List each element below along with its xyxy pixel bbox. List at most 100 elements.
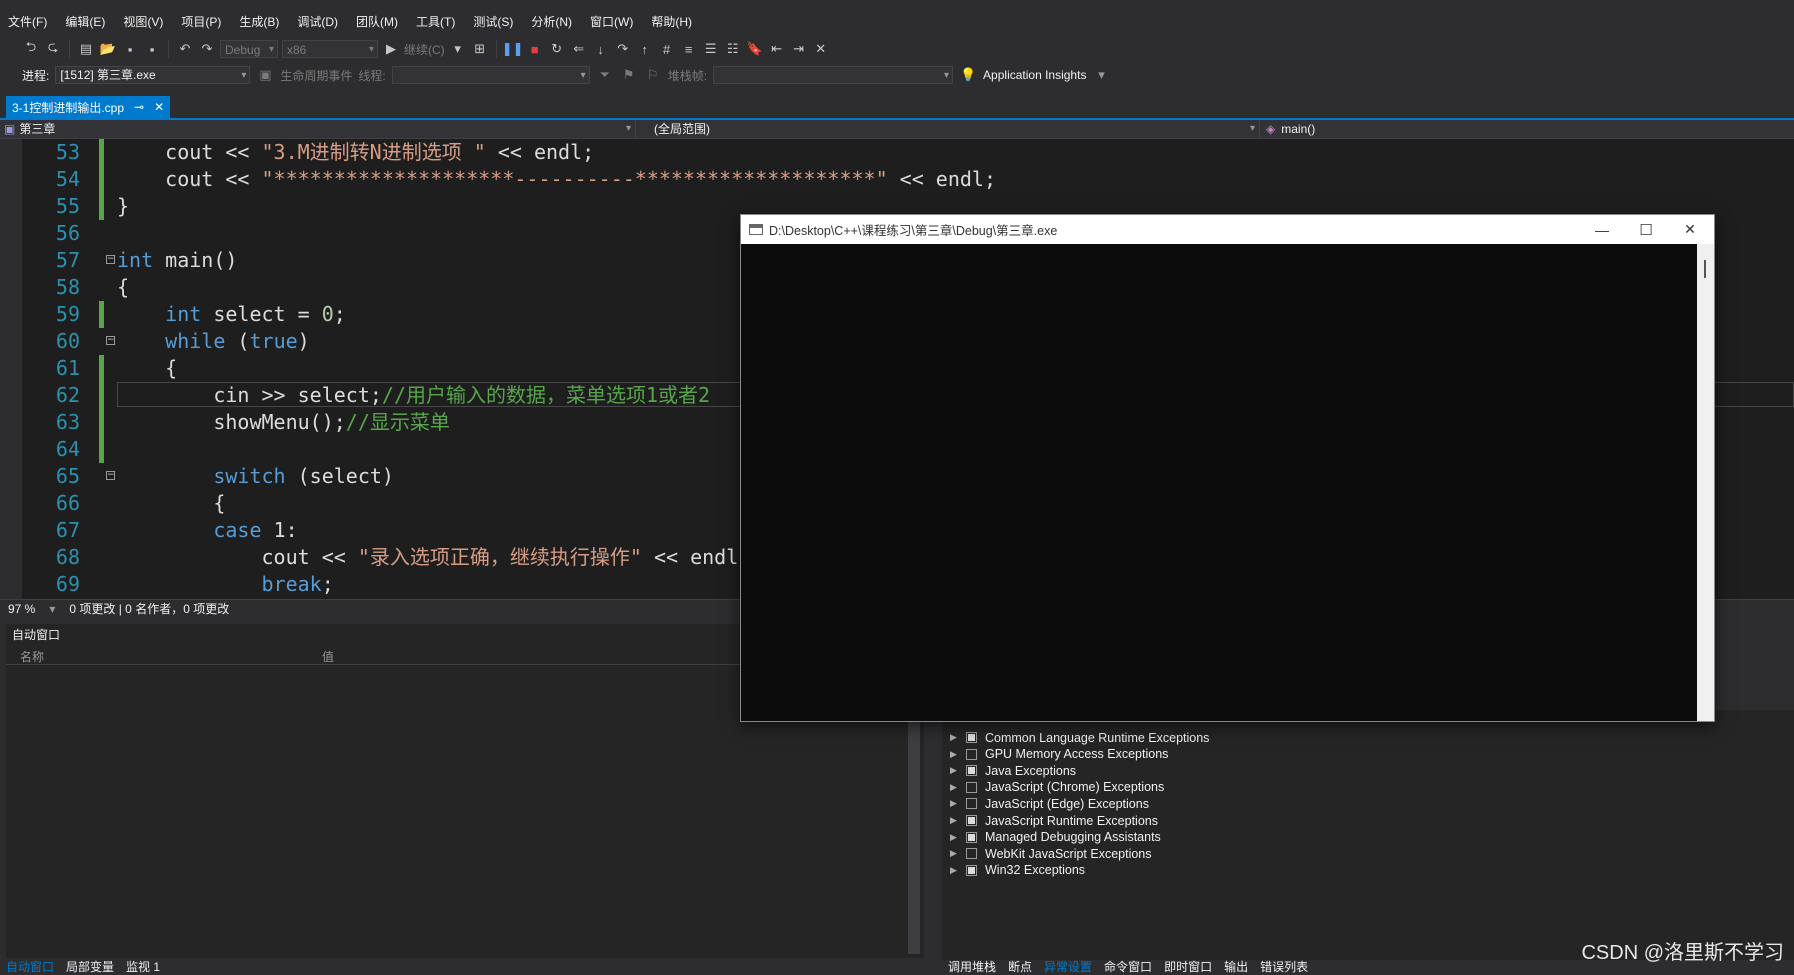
save-all-icon[interactable]: ▪ [143,40,161,58]
filter-icon[interactable]: ⏷ [596,66,614,84]
flag-icon[interactable]: ⚑ [620,66,638,84]
menu-item[interactable]: 测试(S) [464,8,522,36]
exception-checkbox[interactable] [966,864,977,876]
step-out-icon[interactable]: ↑ [636,40,654,58]
pause-icon[interactable]: ❚❚ [502,40,524,58]
tool-window-tab[interactable]: 异常设置 [1044,958,1092,974]
restart-icon[interactable]: ↻ [548,40,566,58]
undo-icon[interactable]: ↶ [176,40,194,58]
threads-icon[interactable]: ≡ [680,40,698,58]
tool-window-tab[interactable]: 监视 1 [126,958,160,974]
back-icon[interactable]: ⮌ [22,39,40,58]
console-title-bar[interactable]: D:\Desktop\C++\课程练习\第三章\Debug\第三章.exe — … [741,215,1714,244]
exception-checkbox[interactable] [966,781,977,793]
redo-icon[interactable]: ↷ [198,40,216,58]
menu-item[interactable]: 项目(P) [172,8,230,36]
chevron-down-icon[interactable]: ▾ [1092,66,1110,84]
close-button[interactable]: ✕ [1668,215,1712,244]
menu-item[interactable]: 调试(D) [288,8,347,36]
pin-icon[interactable]: ⊸ [134,100,144,114]
exception-checkbox[interactable] [966,732,977,743]
save-icon[interactable]: ▪ [121,40,139,58]
maximize-button[interactable]: ☐ [1624,215,1668,244]
column-name-header[interactable]: 名称 [20,648,44,665]
menu-item[interactable]: 帮助(H) [642,8,701,36]
application-insights-button[interactable]: Application Insights [983,68,1086,82]
show-next-statement-icon[interactable]: ⇐ [570,40,588,58]
clear-bookmarks-icon[interactable]: ✕ [812,40,830,58]
menu-item[interactable]: 视图(V) [114,8,172,36]
step-over-icon[interactable]: ↷ [614,40,632,58]
hex-display-icon[interactable]: # [658,40,676,58]
console-window[interactable]: D:\Desktop\C++\课程练习\第三章\Debug\第三章.exe — … [740,214,1715,722]
continue-button[interactable]: 继续(C) [404,41,445,58]
exception-checkbox[interactable] [966,815,977,826]
tool-window-tab[interactable]: 断点 [1008,958,1032,974]
menu-item[interactable]: 团队(M) [347,8,407,36]
bookmark-icon[interactable]: 🔖 [746,40,764,58]
exception-checkbox[interactable] [966,831,977,843]
tool-window-tab[interactable]: 调用堆栈 [948,958,996,974]
expand-arrow-icon[interactable]: ▶ [950,765,958,776]
comment-icon[interactable]: ☰ [702,40,720,58]
minimize-button[interactable]: — [1580,215,1624,244]
collapse-icon[interactable]: − [106,336,115,345]
scope-select[interactable]: (全局范围) ▾ [636,120,1260,138]
expand-arrow-icon[interactable]: ▶ [950,798,958,809]
close-icon[interactable]: ✕ [154,100,164,114]
console-output[interactable] [741,244,1696,721]
attach-icon[interactable]: ⊞ [471,40,489,58]
show-flagged-icon[interactable]: ⚐ [644,66,662,84]
exception-checkbox[interactable] [966,848,977,860]
dropdown-arrow-icon[interactable]: ▾ [449,40,467,58]
next-bookmark-icon[interactable]: ⇥ [790,40,808,58]
prev-bookmark-icon[interactable]: ⇤ [768,40,786,58]
menu-item[interactable]: 生成(B) [230,8,288,36]
collapse-icon[interactable]: − [106,255,115,264]
code-line[interactable]: 53 cout << "3.M进制转N进制选项 " << endl; [22,139,1794,166]
menu-item[interactable]: 编辑(E) [56,8,114,36]
open-file-icon[interactable]: 📂 [99,40,117,58]
new-project-icon[interactable]: ▤ [77,40,95,58]
expand-arrow-icon[interactable]: ▶ [950,865,958,876]
menu-item[interactable]: 文件(F) [0,8,56,36]
thread-select[interactable] [391,66,590,84]
expand-arrow-icon[interactable]: ▶ [950,848,958,859]
tool-window-tab[interactable]: 输出 [1224,958,1248,974]
zoom-level[interactable]: 97 % [8,602,35,616]
codelens-changes[interactable]: 0 项更改 | 0 名作者，0 项更改 [69,600,229,617]
uncomment-icon[interactable]: ☷ [724,40,742,58]
tool-window-tab[interactable]: 命令窗口 [1104,958,1152,974]
continue-icon[interactable]: ▶ [382,40,400,58]
exception-checkbox[interactable] [966,748,977,760]
tab-cpp-file[interactable]: 3-1控制进制输出.cpp ⊸ ✕ [6,96,171,118]
expand-arrow-icon[interactable]: ▶ [950,732,958,743]
exception-category-row[interactable]: ▶ Win32 Exceptions [950,861,1085,880]
lifecycle-events-button[interactable]: 生命周期事件 [280,67,352,84]
member-select[interactable]: ◈ main() [1260,120,1794,138]
code-line[interactable]: 54 cout << "********************--------… [22,166,1794,193]
column-value-header[interactable]: 值 [322,648,334,665]
collapse-icon[interactable]: − [106,471,115,480]
stop-icon[interactable]: ■ [526,40,544,58]
scrollbar-thumb[interactable] [1704,260,1706,278]
expand-arrow-icon[interactable]: ▶ [950,749,958,760]
expand-arrow-icon[interactable]: ▶ [950,832,958,843]
expand-arrow-icon[interactable]: ▶ [950,815,958,826]
menu-item[interactable]: 窗口(W) [581,8,642,36]
menu-item[interactable]: 分析(N) [522,8,581,36]
expand-arrow-icon[interactable]: ▶ [950,782,958,793]
tool-window-tab[interactable]: 即时窗口 [1164,958,1212,974]
menu-item[interactable]: 工具(T) [407,8,464,36]
project-select[interactable]: ▣ 第三章 ▾ [0,120,636,138]
stack-frame-select[interactable] [713,66,954,84]
tool-window-tab[interactable]: 局部变量 [66,958,114,974]
tool-window-tab[interactable]: 自动窗口 [6,958,54,974]
chevron-down-icon[interactable]: ▾ [49,602,55,616]
platform-select[interactable]: x86 [282,40,378,59]
process-select[interactable]: [1512] 第三章.exe [55,66,251,84]
console-scrollbar[interactable] [1697,244,1714,721]
forward-icon[interactable]: ⮎ [44,39,62,58]
tool-window-tab[interactable]: 错误列表 [1260,958,1308,974]
step-into-icon[interactable]: ↓ [592,40,610,58]
